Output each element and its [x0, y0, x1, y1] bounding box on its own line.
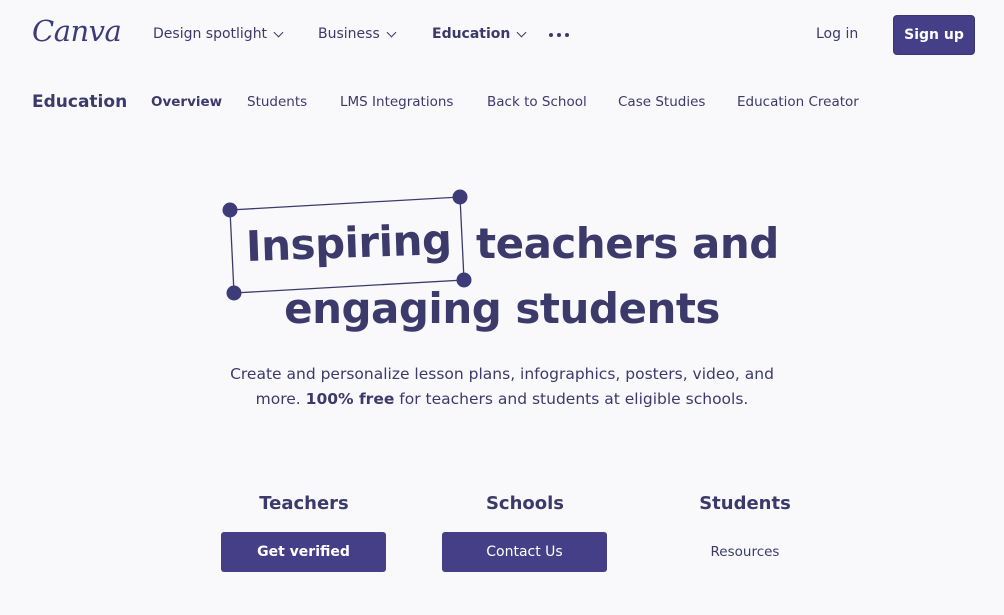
canva-logo[interactable]: Canva: [32, 14, 122, 48]
chevron-down-icon: [273, 27, 284, 37]
contact-us-button[interactable]: Contact Us: [442, 532, 607, 572]
subnav-case-studies[interactable]: Case Studies: [618, 94, 705, 110]
dot: [557, 33, 561, 37]
education-subnav: Education Overview Students LMS Integrat…: [0, 80, 1004, 124]
chevron-down-icon: [516, 27, 527, 37]
subnav-students[interactable]: Students: [247, 94, 307, 110]
nav-business-label: Business: [318, 26, 380, 42]
hero-subtitle-line1: Create and personalize lesson plans, inf…: [230, 365, 774, 383]
subnav-overview[interactable]: Overview: [151, 94, 222, 110]
dot: [565, 33, 569, 37]
hero-subtitle-bold: 100% free: [305, 390, 395, 408]
hero-subtitle-line2: more. 100% free for teachers and student…: [0, 387, 1004, 412]
subnav-lms-integrations[interactable]: LMS Integrations: [340, 94, 453, 110]
hero-subtitle: Create and personalize lesson plans, inf…: [0, 362, 1004, 412]
hero-subtitle-pre: more.: [255, 390, 306, 408]
selection-handle-icon: [452, 189, 468, 205]
selection-handle-icon: [222, 202, 238, 218]
login-link[interactable]: Log in: [816, 26, 858, 42]
students-heading: Students: [699, 493, 791, 514]
get-verified-button[interactable]: Get verified: [221, 532, 386, 572]
subnav-title: Education: [32, 92, 128, 112]
subnav-education-creator[interactable]: Education Creator: [737, 94, 859, 110]
resources-link[interactable]: Resources: [660, 544, 830, 560]
schools-heading: Schools: [485, 493, 565, 514]
hero-subtitle-post: for teachers and students at eligible sc…: [394, 390, 749, 408]
nav-education[interactable]: Education: [432, 26, 527, 42]
nav-education-label: Education: [432, 26, 511, 42]
subnav-back-to-school[interactable]: Back to School: [487, 94, 587, 110]
hero-heading-line1: teachers and: [476, 219, 779, 268]
dot: [549, 33, 553, 37]
chevron-down-icon: [386, 27, 397, 37]
nav-design-spotlight-label: Design spotlight: [153, 26, 268, 42]
more-horizontal-icon[interactable]: [549, 33, 569, 37]
nav-business[interactable]: Business: [318, 26, 397, 42]
top-navigation-bar: Canva Design spotlight Business Educatio…: [0, 0, 1004, 70]
nav-design-spotlight[interactable]: Design spotlight: [153, 26, 284, 42]
signup-button[interactable]: Sign up: [893, 15, 975, 55]
teachers-heading: Teachers: [259, 493, 349, 514]
hero-heading-line2: engaging students: [284, 284, 720, 333]
hero-highlight-word: Inspiring: [245, 214, 453, 271]
